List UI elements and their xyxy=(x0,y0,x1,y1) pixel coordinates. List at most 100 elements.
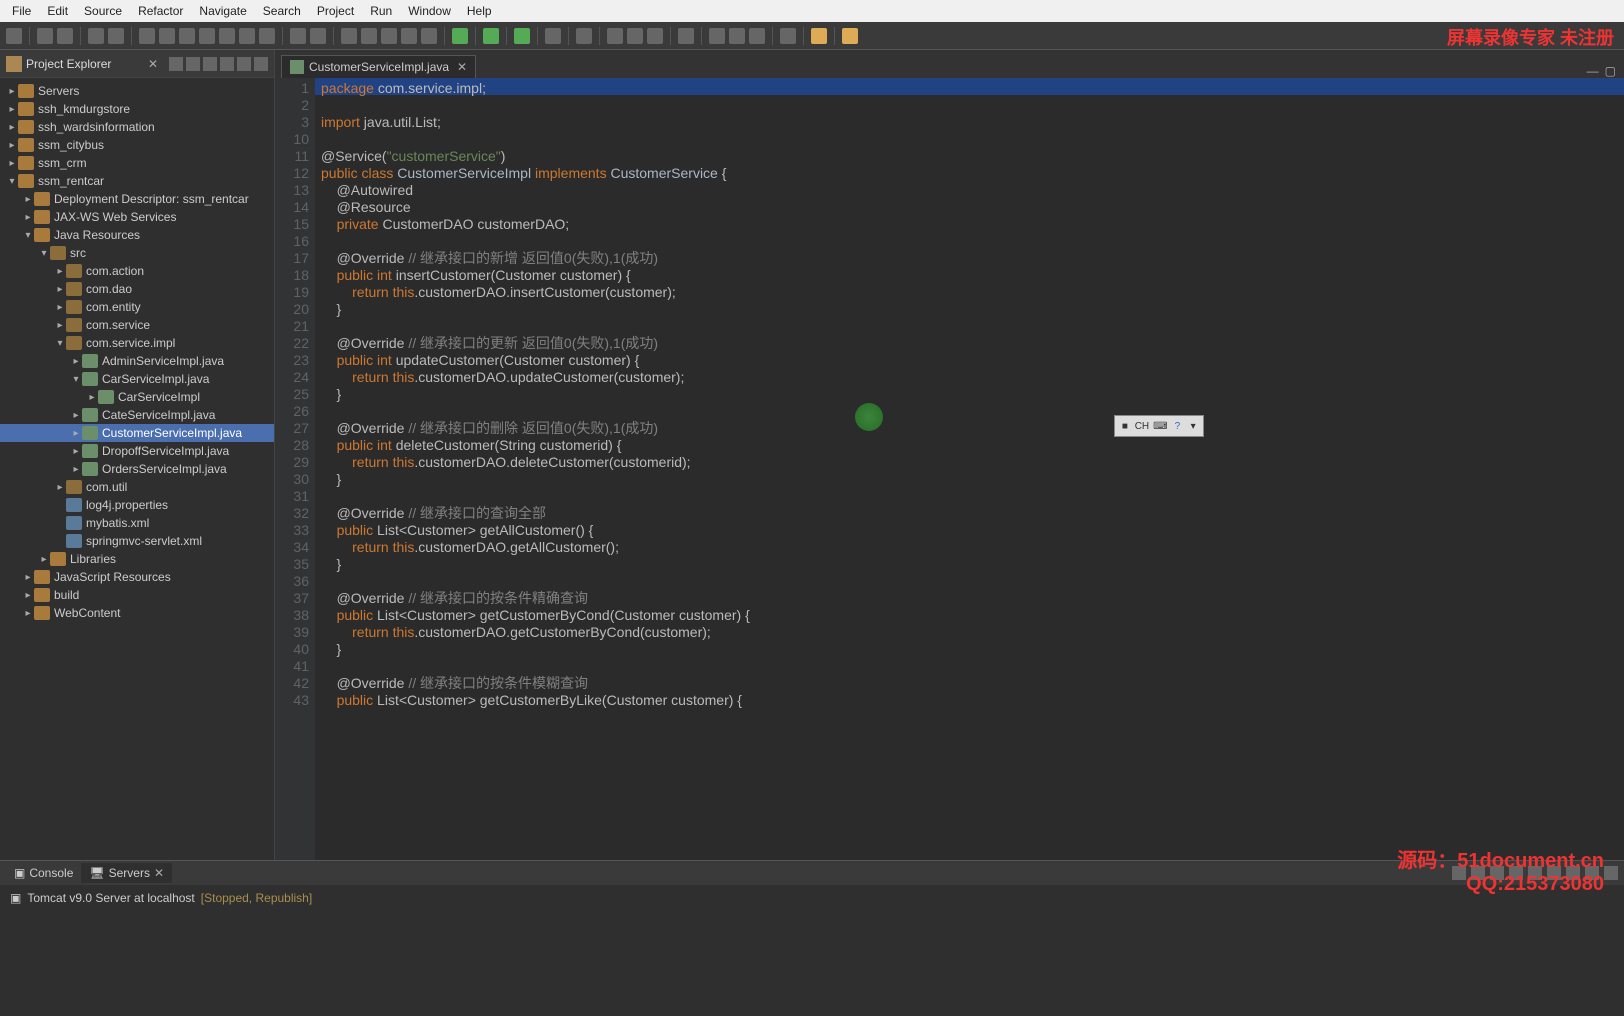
task-icon[interactable] xyxy=(310,28,326,44)
panel-maximize-icon[interactable] xyxy=(1604,866,1618,880)
pause-icon[interactable] xyxy=(159,28,175,44)
menu-search[interactable]: Search xyxy=(255,0,309,22)
save-all-icon[interactable] xyxy=(57,28,73,44)
tree-item[interactable]: ▸CarServiceImpl xyxy=(0,388,274,406)
tree-item[interactable]: ▸com.dao xyxy=(0,280,274,298)
outline-icon[interactable] xyxy=(290,28,306,44)
tree-item[interactable]: ▾com.service.impl xyxy=(0,334,274,352)
tree-item[interactable]: ▸OrdersServiceImpl.java xyxy=(0,460,274,478)
tree-item[interactable]: ▸com.entity xyxy=(0,298,274,316)
server-row[interactable]: ▣ Tomcat v9.0 Server at localhost [Stopp… xyxy=(10,891,1614,905)
tree-item[interactable]: ▾CarServiceImpl.java xyxy=(0,370,274,388)
tree-item[interactable]: ▾ssm_rentcar xyxy=(0,172,274,190)
tree-item[interactable]: ▸ssm_crm xyxy=(0,154,274,172)
ime-keyboard-icon[interactable]: ⌨ xyxy=(1153,421,1167,432)
tree-item[interactable]: ▾src xyxy=(0,244,274,262)
ime-floating-bar[interactable]: ■ CH ⌨ ? ▾ xyxy=(1114,415,1204,437)
tree-item[interactable]: ▸com.util xyxy=(0,478,274,496)
open-task-icon[interactable] xyxy=(381,28,397,44)
nav3-icon[interactable] xyxy=(749,28,765,44)
debug-cfg-icon[interactable] xyxy=(452,28,468,44)
menu-refactor[interactable]: Refactor xyxy=(130,0,191,22)
tree-item[interactable]: ▸Libraries xyxy=(0,550,274,568)
menu-project[interactable]: Project xyxy=(309,0,362,22)
tree-item[interactable]: ▸Deployment Descriptor: ssm_rentcar xyxy=(0,190,274,208)
forward-icon[interactable] xyxy=(842,28,858,44)
search-icon[interactable] xyxy=(678,28,694,44)
tree-item[interactable]: ▸AdminServiceImpl.java xyxy=(0,352,274,370)
tree-item[interactable]: ▸ssh_wardsinformation xyxy=(0,118,274,136)
new-pkg-icon[interactable] xyxy=(421,28,437,44)
tree-item[interactable]: ▸ssh_kmdurgstore xyxy=(0,100,274,118)
menu-source[interactable]: Source xyxy=(76,0,130,22)
tree-item[interactable]: ▸com.action xyxy=(0,262,274,280)
tree-item[interactable]: mybatis.xml xyxy=(0,514,274,532)
close-servers-tab-icon[interactable]: ✕ xyxy=(154,866,164,880)
debug-icon[interactable] xyxy=(139,28,155,44)
editor-tab[interactable]: CustomerServiceImpl.java ✕ xyxy=(281,55,476,78)
tree-item[interactable]: ▸JAX-WS Web Services xyxy=(0,208,274,226)
menu-edit[interactable]: Edit xyxy=(39,0,76,22)
servers-content[interactable]: ▣ Tomcat v9.0 Server at localhost [Stopp… xyxy=(0,885,1624,1016)
ime-help-icon[interactable]: ? xyxy=(1172,421,1184,432)
tree-item[interactable]: ▸build xyxy=(0,586,274,604)
menu-run[interactable]: Run xyxy=(362,0,400,22)
tree-item[interactable]: ▾Java Resources xyxy=(0,226,274,244)
step-into-icon[interactable] xyxy=(239,28,255,44)
close-tab-icon[interactable]: ✕ xyxy=(457,60,467,74)
tree-item[interactable]: ▸WebContent xyxy=(0,604,274,622)
tree-item[interactable]: ▸CateServiceImpl.java xyxy=(0,406,274,424)
code-body[interactable]: package com.service.impl; import java.ut… xyxy=(315,78,1624,860)
step-over-icon[interactable] xyxy=(219,28,235,44)
tree-item[interactable]: ▸ssm_citybus xyxy=(0,136,274,154)
open-type-icon[interactable] xyxy=(361,28,377,44)
java-file-icon xyxy=(290,60,304,74)
new-server-icon[interactable] xyxy=(576,28,592,44)
explorer-close-icon[interactable]: ✕ xyxy=(148,57,158,71)
fav1-icon[interactable] xyxy=(607,28,623,44)
console-tab[interactable]: ▣ Console xyxy=(6,863,81,883)
ext-tools-icon[interactable] xyxy=(545,28,561,44)
build-icon[interactable] xyxy=(108,28,124,44)
step-return-icon[interactable] xyxy=(259,28,275,44)
maximize-icon[interactable] xyxy=(254,57,268,71)
pin-icon[interactable] xyxy=(780,28,796,44)
menu-help[interactable]: Help xyxy=(459,0,500,22)
wand-icon[interactable] xyxy=(341,28,357,44)
fav2-icon[interactable] xyxy=(627,28,643,44)
menu-window[interactable]: Window xyxy=(400,0,459,22)
fav3-icon[interactable] xyxy=(647,28,663,44)
code-editor[interactable]: 1231011121314151617181920212223242526272… xyxy=(275,78,1624,860)
minimize-editor-icon[interactable]: — xyxy=(1587,64,1599,78)
nav2-icon[interactable] xyxy=(729,28,745,44)
run-icon[interactable] xyxy=(483,28,499,44)
new-icon[interactable] xyxy=(6,28,22,44)
menu-file[interactable]: File xyxy=(4,0,39,22)
maximize-editor-icon[interactable]: ▢ xyxy=(1605,64,1616,78)
new-java-icon[interactable] xyxy=(401,28,417,44)
link-editor-icon[interactable] xyxy=(186,57,200,71)
explorer-tree[interactable]: ▸Servers▸ssh_kmdurgstore▸ssh_wardsinform… xyxy=(0,78,274,860)
tree-item[interactable]: springmvc-servlet.xml xyxy=(0,532,274,550)
tree-item[interactable]: log4j.properties xyxy=(0,496,274,514)
minimize-icon[interactable] xyxy=(237,57,251,71)
tree-item[interactable]: ▸Servers xyxy=(0,82,274,100)
run-ext-icon[interactable] xyxy=(514,28,530,44)
collapse-all-icon[interactable] xyxy=(169,57,183,71)
ime-dropdown-icon[interactable]: ▾ xyxy=(1187,421,1199,432)
tree-item[interactable]: ▸com.service xyxy=(0,316,274,334)
watermark-bottom: 源码：51document.cn QQ:215373080 xyxy=(1397,844,1604,896)
view-menu-icon[interactable] xyxy=(220,57,234,71)
nav1-icon[interactable] xyxy=(709,28,725,44)
menu-navigate[interactable]: Navigate xyxy=(191,0,254,22)
save-icon[interactable] xyxy=(37,28,53,44)
servers-tab[interactable]: 🖥 Servers ✕ xyxy=(81,863,172,883)
back-icon[interactable] xyxy=(811,28,827,44)
toggle-icon[interactable] xyxy=(88,28,104,44)
tree-item[interactable]: ▸DropoffServiceImpl.java xyxy=(0,442,274,460)
step-icon[interactable] xyxy=(199,28,215,44)
tree-item[interactable]: ▸JavaScript Resources xyxy=(0,568,274,586)
tree-item[interactable]: ▸CustomerServiceImpl.java xyxy=(0,424,274,442)
stop-icon[interactable] xyxy=(179,28,195,44)
focus-icon[interactable] xyxy=(203,57,217,71)
